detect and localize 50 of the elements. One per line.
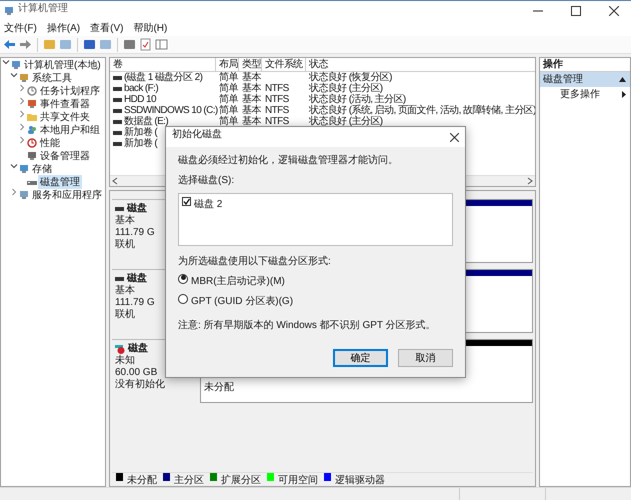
table-cell: 简单 bbox=[219, 83, 238, 94]
disk-info: 未知 bbox=[115, 355, 135, 367]
disk-info: 联机 bbox=[115, 309, 135, 321]
table-cell: NTFS bbox=[265, 94, 289, 105]
note-text: 注意: 所有早期版本的 Windows 都不识别 GPT 分区形式。 bbox=[178, 318, 436, 332]
table-cell: 基本 bbox=[242, 94, 261, 105]
disk-name: 磁盘 bbox=[127, 203, 147, 214]
table-cell: SSDWINDOWS 10 (C:) bbox=[124, 105, 218, 116]
table-cell: 数据盘 (E:) bbox=[124, 116, 168, 127]
table-cell: 基本 bbox=[242, 116, 261, 127]
table-cell: 状态良好 (恢复分区) bbox=[309, 72, 392, 83]
table-cell: 基本 bbox=[242, 83, 261, 94]
table-cell: NTFS bbox=[265, 116, 289, 127]
legend-label: 扩展分区 bbox=[221, 474, 261, 486]
style-label: 为所选磁盘使用以下磁盘分区形式: bbox=[178, 254, 331, 268]
table-cell: 简单 bbox=[219, 116, 238, 127]
disk-name: 磁盘 bbox=[128, 343, 148, 355]
disk-info: 60.00 GB bbox=[115, 367, 158, 378]
disk-name: 磁盘 bbox=[127, 273, 147, 284]
table-cell: 状态良好 (主分区) bbox=[309, 116, 382, 127]
legend-label: 未分配 bbox=[127, 474, 157, 486]
dialog-message: 磁盘必须经过初始化，逻辑磁盘管理器才能访问。 bbox=[178, 154, 398, 167]
disk-info: 基本 bbox=[115, 215, 135, 227]
table-cell: HDD 10 bbox=[124, 94, 156, 105]
table-cell: NTFS bbox=[265, 83, 289, 94]
disk-info: 没有初始化 bbox=[115, 379, 165, 391]
table-cell: 基本 bbox=[242, 105, 261, 116]
table-cell: 新加卷 ( bbox=[124, 138, 158, 149]
table-cell: 基本 bbox=[242, 72, 261, 83]
legend-label: 主分区 bbox=[174, 474, 204, 486]
table-cell: back (F:) bbox=[124, 83, 158, 94]
disk-info: 联机 bbox=[115, 239, 135, 251]
window-title: 计算机管理 bbox=[18, 2, 69, 15]
list-label: 选择磁盘(S): bbox=[178, 174, 234, 187]
disk-info: 基本 bbox=[115, 285, 135, 297]
legend-label: 可用空间 bbox=[278, 474, 318, 486]
disk-info: 111.79 G bbox=[115, 297, 155, 308]
disk-info: 111.79 G bbox=[115, 227, 155, 238]
table-cell: 状态良好 (主分区) bbox=[309, 83, 382, 94]
table-cell: 简单 bbox=[219, 105, 238, 116]
table-cell: 状态良好 (活动, 主分区) bbox=[309, 94, 406, 105]
table-cell: NTFS bbox=[265, 105, 289, 116]
table-cell: 状态良好 (系统, 启动, 页面文件, 活动, 故障转储, 主分区) bbox=[309, 105, 535, 116]
table-cell: 简单 bbox=[219, 94, 238, 105]
table-cell: 新加卷 ( bbox=[124, 127, 158, 138]
partition-label: 未分配 bbox=[204, 380, 234, 394]
dialog-title: 初始化磁盘 bbox=[172, 128, 222, 141]
table-cell: 简单 bbox=[219, 72, 238, 83]
table-cell: (磁盘 1 磁盘分区 2) bbox=[124, 72, 202, 83]
legend-label: 逻辑驱动器 bbox=[335, 474, 385, 486]
